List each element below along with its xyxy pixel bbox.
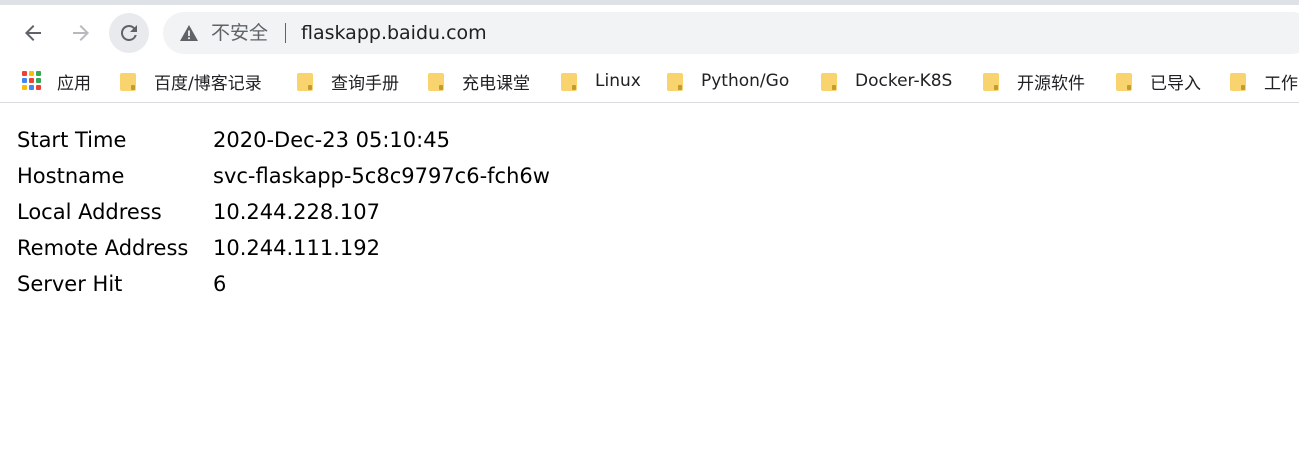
bookmark-label: 查询手册 — [331, 73, 399, 94]
row-value: 6 — [213, 272, 227, 296]
row-value: 10.244.228.107 — [213, 200, 380, 224]
omnibox-divider — [285, 23, 286, 43]
bookmarks-bar: 应用 百度/博客记录 查询手册 充电课堂 Linux Python/Go Doc… — [0, 59, 1299, 103]
row-key: Server Hit — [17, 272, 123, 296]
bookmark-label: 已导入 — [1150, 73, 1201, 94]
table-row: Remote Address 10.244.111.192 — [17, 230, 550, 266]
bookmark-folder-python-go[interactable]: Python/Go — [666, 68, 789, 94]
bookmark-folder-imported[interactable]: 已导入 — [1115, 68, 1201, 94]
folder-icon — [119, 71, 137, 91]
arrow-left-icon — [25, 25, 41, 41]
folder-icon — [1229, 71, 1247, 91]
address-bar[interactable]: 不安全 flaskapp.baidu.com — [163, 12, 1299, 54]
bookmark-label: 应用 — [57, 73, 91, 94]
bookmark-folder-classroom[interactable]: 充电课堂 — [427, 68, 530, 94]
bookmark-apps[interactable]: 应用 — [22, 68, 91, 94]
bookmark-label: 工作 — [1264, 73, 1298, 94]
bookmark-folder-open-source[interactable]: 开源软件 — [982, 68, 1085, 94]
browser-toolbar: 不安全 flaskapp.baidu.com — [0, 5, 1299, 59]
table-row: Server Hit 6 — [17, 266, 550, 302]
bookmark-label: 开源软件 — [1017, 73, 1085, 94]
forward-button[interactable] — [61, 13, 101, 53]
reload-icon — [121, 25, 137, 41]
row-key: Local Address — [17, 200, 162, 224]
bookmark-folder-baidu-blog[interactable]: 百度/博客记录 — [119, 68, 262, 94]
url-text[interactable]: flaskapp.baidu.com — [301, 21, 487, 45]
bookmark-label: 充电课堂 — [462, 73, 530, 94]
table-row: Hostname svc-flaskapp-5c8c9797c6-fch6w — [17, 158, 550, 194]
bookmark-folder-manuals[interactable]: 查询手册 — [296, 68, 399, 94]
table-row: Start Time 2020-Dec-23 05:10:45 — [17, 122, 550, 158]
bookmark-label: Docker-K8S — [855, 71, 953, 91]
row-key: Remote Address — [17, 236, 189, 260]
arrow-right-icon — [73, 25, 89, 41]
back-button[interactable] — [13, 13, 53, 53]
row-key: Start Time — [17, 128, 127, 152]
security-status[interactable]: 不安全 — [211, 21, 268, 45]
folder-icon — [666, 71, 684, 91]
row-value: 2020-Dec-23 05:10:45 — [213, 128, 450, 152]
bookmark-label: Linux — [595, 71, 641, 91]
folder-icon — [296, 71, 314, 91]
folder-icon — [1115, 71, 1133, 91]
bookmark-folder-docker-k8s[interactable]: Docker-K8S — [820, 68, 952, 94]
apps-grid-icon — [22, 71, 42, 91]
folder-icon — [560, 71, 578, 91]
row-key: Hostname — [17, 164, 125, 188]
page-content: Start Time 2020-Dec-23 05:10:45 Hostname… — [17, 122, 550, 302]
reload-button[interactable] — [109, 13, 149, 53]
table-row: Local Address 10.244.228.107 — [17, 194, 550, 230]
server-info-table: Start Time 2020-Dec-23 05:10:45 Hostname… — [17, 122, 550, 302]
folder-icon — [427, 71, 445, 91]
bookmark-folder-linux[interactable]: Linux — [560, 68, 641, 94]
warning-icon[interactable] — [179, 24, 199, 42]
bookmark-folder-work[interactable]: 工作 — [1229, 68, 1298, 94]
bookmark-label: 百度/博客记录 — [154, 73, 262, 94]
row-value: svc-flaskapp-5c8c9797c6-fch6w — [213, 164, 550, 188]
bookmark-label: Python/Go — [701, 71, 790, 91]
row-value: 10.244.111.192 — [213, 236, 380, 260]
folder-icon — [820, 71, 838, 91]
folder-icon — [982, 71, 1000, 91]
